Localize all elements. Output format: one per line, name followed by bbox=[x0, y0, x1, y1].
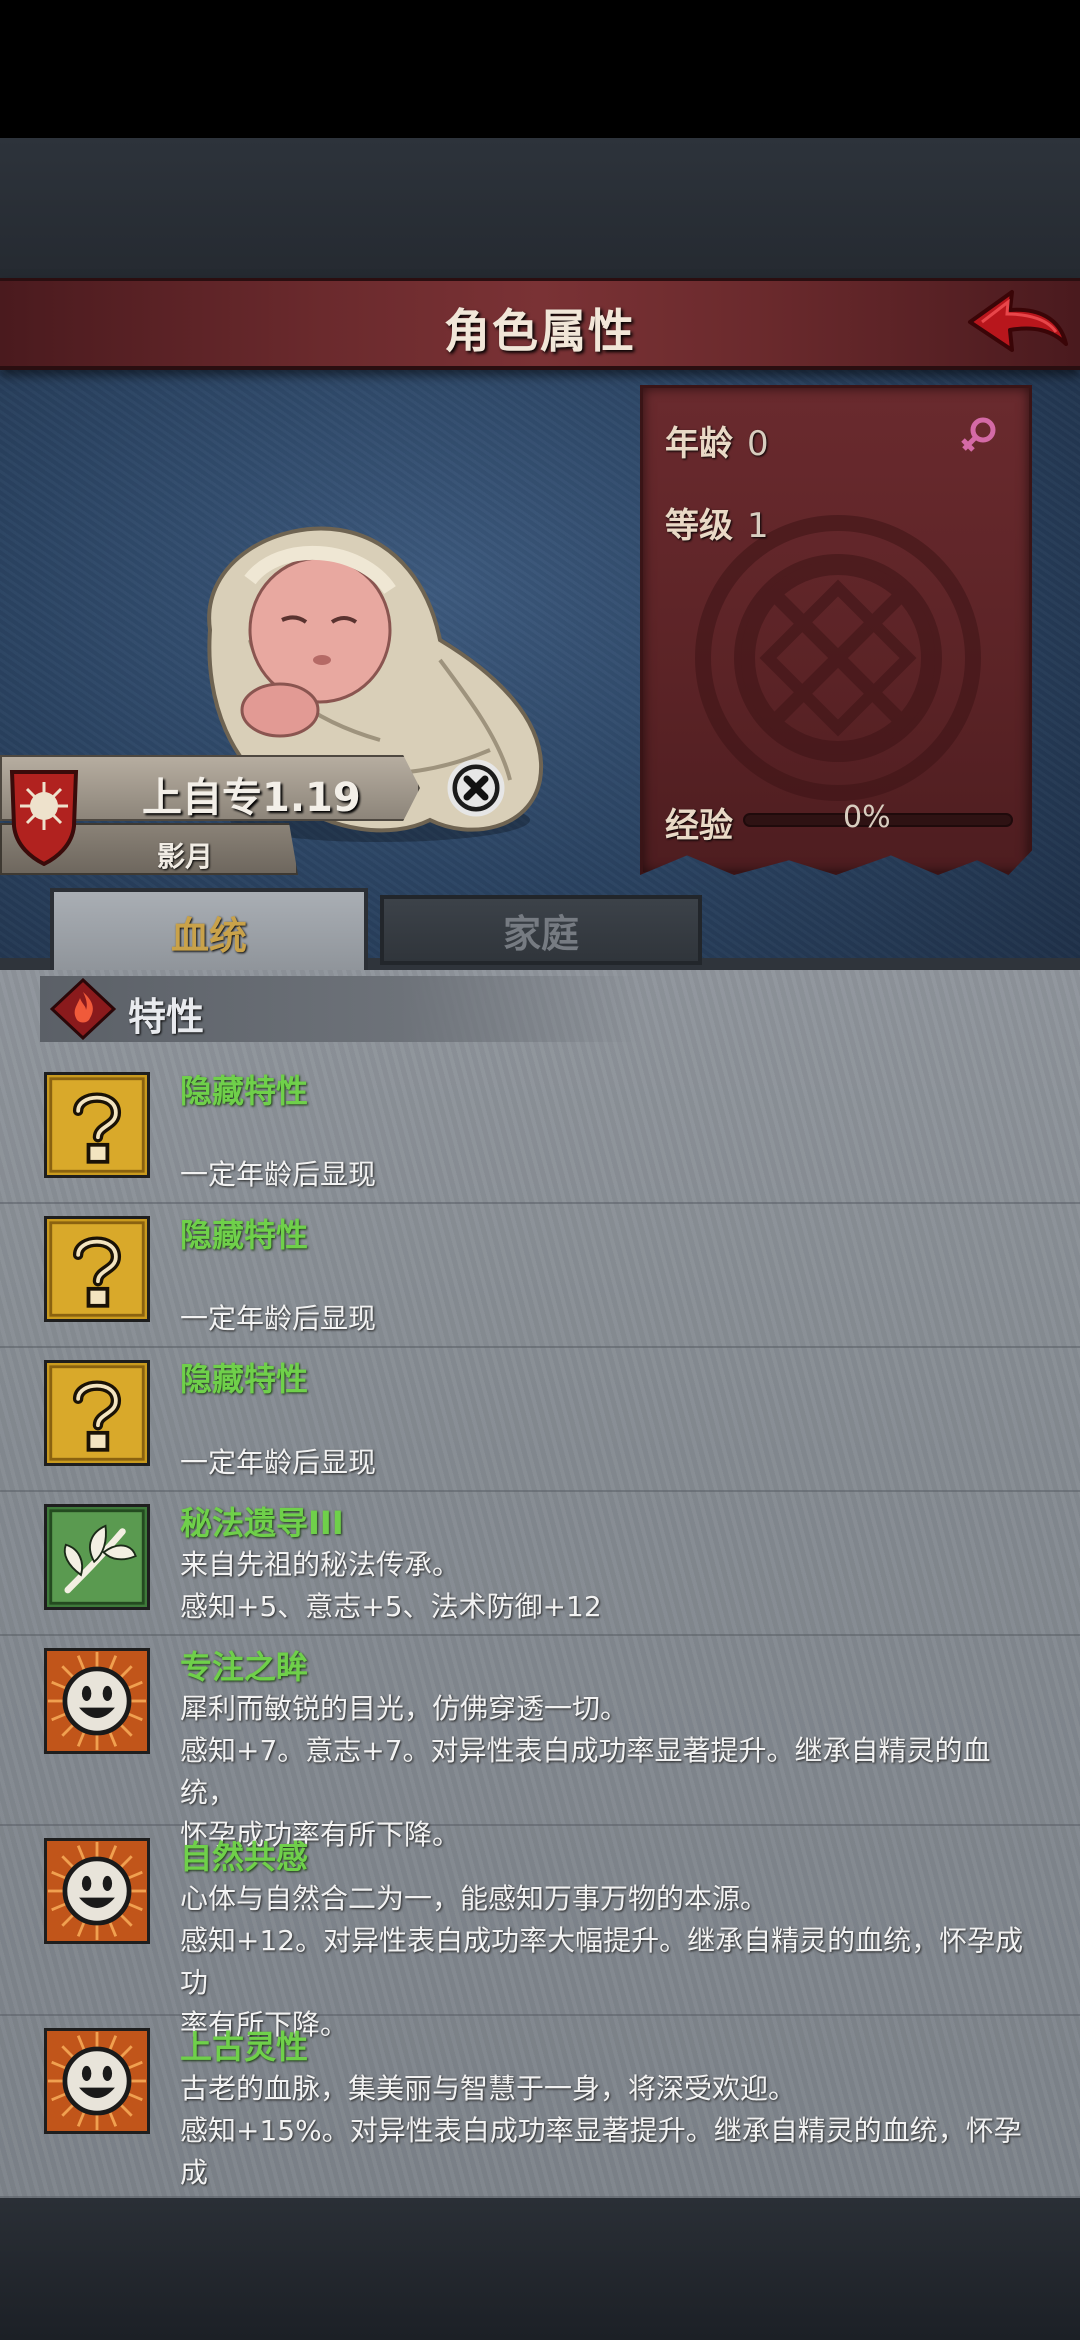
tab-family[interactable]: 家庭 bbox=[380, 895, 702, 965]
trait-description-line: 一定年龄后显现 bbox=[180, 1446, 377, 1479]
character-title: 影月 bbox=[157, 840, 214, 873]
trait-description: 一定年龄后显现 bbox=[180, 1256, 1030, 1340]
trait-description-line: 感知+12。对异性表白成功率大幅提升。继承自精灵的血统，怀孕成功 bbox=[180, 1924, 1024, 1999]
trait-name: 隐藏特性 bbox=[180, 1216, 309, 1254]
exp-label: 经验 bbox=[665, 806, 733, 846]
title-banner: 角色属性 bbox=[0, 278, 1080, 370]
question-mark-icon bbox=[44, 1360, 150, 1466]
leaf-branch-icon bbox=[44, 1504, 150, 1610]
family-crest-shield-icon[interactable] bbox=[8, 766, 80, 866]
character-name: 上自专1.19 bbox=[142, 775, 361, 821]
character-stats-panel: 年龄 0 等级 1 经验 0% bbox=[640, 385, 1032, 875]
back-arrow-icon[interactable] bbox=[960, 284, 1070, 364]
trait-description-line bbox=[180, 1256, 1030, 1298]
trait-row[interactable]: 隐藏特性一定年龄后显现 bbox=[0, 1204, 1080, 1348]
bottom-bar bbox=[0, 2198, 1080, 2340]
age-row: 年龄 0 bbox=[665, 416, 769, 465]
age-value: 0 bbox=[747, 424, 769, 464]
trait-name: 专注之眸 bbox=[180, 1648, 309, 1686]
trait-row[interactable]: 秘法遗导III 来自先祖的秘法传承。 感知+5、意志+5、法术防御+12 bbox=[0, 1492, 1080, 1636]
top-strip bbox=[0, 138, 1080, 278]
trait-description-line: 感知+15%。对异性表白成功率显著提升。继承自精灵的血统，怀孕成 bbox=[180, 2114, 1022, 2189]
trait-description-line: 来自先祖的秘法传承。 bbox=[180, 1548, 461, 1581]
trait-row[interactable]: 专注之眸犀利而敏锐的目光，仿佛穿透一切。感知+7。意志+7。对异性表白成功率显著… bbox=[0, 1636, 1080, 1851]
level-row: 等级 1 bbox=[665, 498, 769, 547]
exp-percent: 0% bbox=[843, 800, 891, 835]
smiley-face-icon bbox=[44, 2028, 150, 2134]
level-label: 等级 bbox=[665, 506, 733, 546]
trait-row[interactable]: 上古灵性古老的血脉，集美丽与智慧于一身，将深受欢迎。感知+15%。对异性表白成功… bbox=[0, 2016, 1080, 2231]
smiley-face-icon bbox=[44, 1838, 150, 1944]
trait-name: 隐藏特性 bbox=[180, 1360, 309, 1398]
trait-description: 来自先祖的秘法传承。感知+5、意志+5、法术防御+12 bbox=[180, 1544, 1030, 1628]
trait-name: 上古灵性 bbox=[180, 2028, 309, 2066]
age-label: 年龄 bbox=[665, 424, 733, 464]
status-bar-area bbox=[0, 0, 1080, 138]
trait-description-line: 古老的血脉，集美丽与智慧于一身，将深受欢迎。 bbox=[180, 2072, 797, 2105]
smiley-face-icon bbox=[44, 1648, 150, 1754]
trait-row[interactable]: 隐藏特性一定年龄后显现 bbox=[0, 1348, 1080, 1492]
female-gender-icon[interactable] bbox=[959, 416, 999, 460]
trait-description-line: 感知+7。意志+7。对异性表白成功率显著提升。继承自精灵的血统， bbox=[180, 1734, 991, 1809]
trait-description-line: 一定年龄后显现 bbox=[180, 1302, 377, 1335]
trait-name: 自然共感 bbox=[180, 1838, 309, 1876]
trait-name: 秘法遗导III bbox=[180, 1504, 344, 1542]
trait-description-line: 心体与自然合二为一，能感知万事万物的本源。 bbox=[180, 1882, 769, 1915]
celtic-knot-emblem bbox=[695, 515, 981, 801]
level-value: 1 bbox=[747, 506, 769, 546]
trait-description-line: 感知+5、意志+5、法术防御+12 bbox=[180, 1590, 602, 1623]
trait-row[interactable]: 隐藏特性一定年龄后显现 bbox=[0, 1060, 1080, 1204]
section-title: 特性 bbox=[128, 995, 205, 1039]
close-icon[interactable] bbox=[446, 758, 506, 818]
trait-description-line: 一定年龄后显现 bbox=[180, 1158, 377, 1191]
trait-description-line bbox=[180, 1112, 1030, 1154]
question-mark-icon bbox=[44, 1216, 150, 1322]
trait-description: 一定年龄后显现 bbox=[180, 1400, 1030, 1484]
trait-description: 一定年龄后显现 bbox=[180, 1112, 1030, 1196]
tab-bloodline[interactable]: 血统 bbox=[50, 888, 368, 972]
trait-row[interactable]: 自然共感心体与自然合二为一，能感知万事万物的本源。感知+12。对异性表白成功率大… bbox=[0, 1826, 1080, 2041]
trait-description-line bbox=[180, 1400, 1030, 1442]
page-title: 角色属性 bbox=[444, 304, 636, 358]
flame-diamond-icon bbox=[50, 978, 116, 1040]
trait-name: 隐藏特性 bbox=[180, 1072, 309, 1110]
question-mark-icon bbox=[44, 1072, 150, 1178]
trait-description-line: 犀利而敏锐的目光，仿佛穿透一切。 bbox=[180, 1692, 629, 1725]
